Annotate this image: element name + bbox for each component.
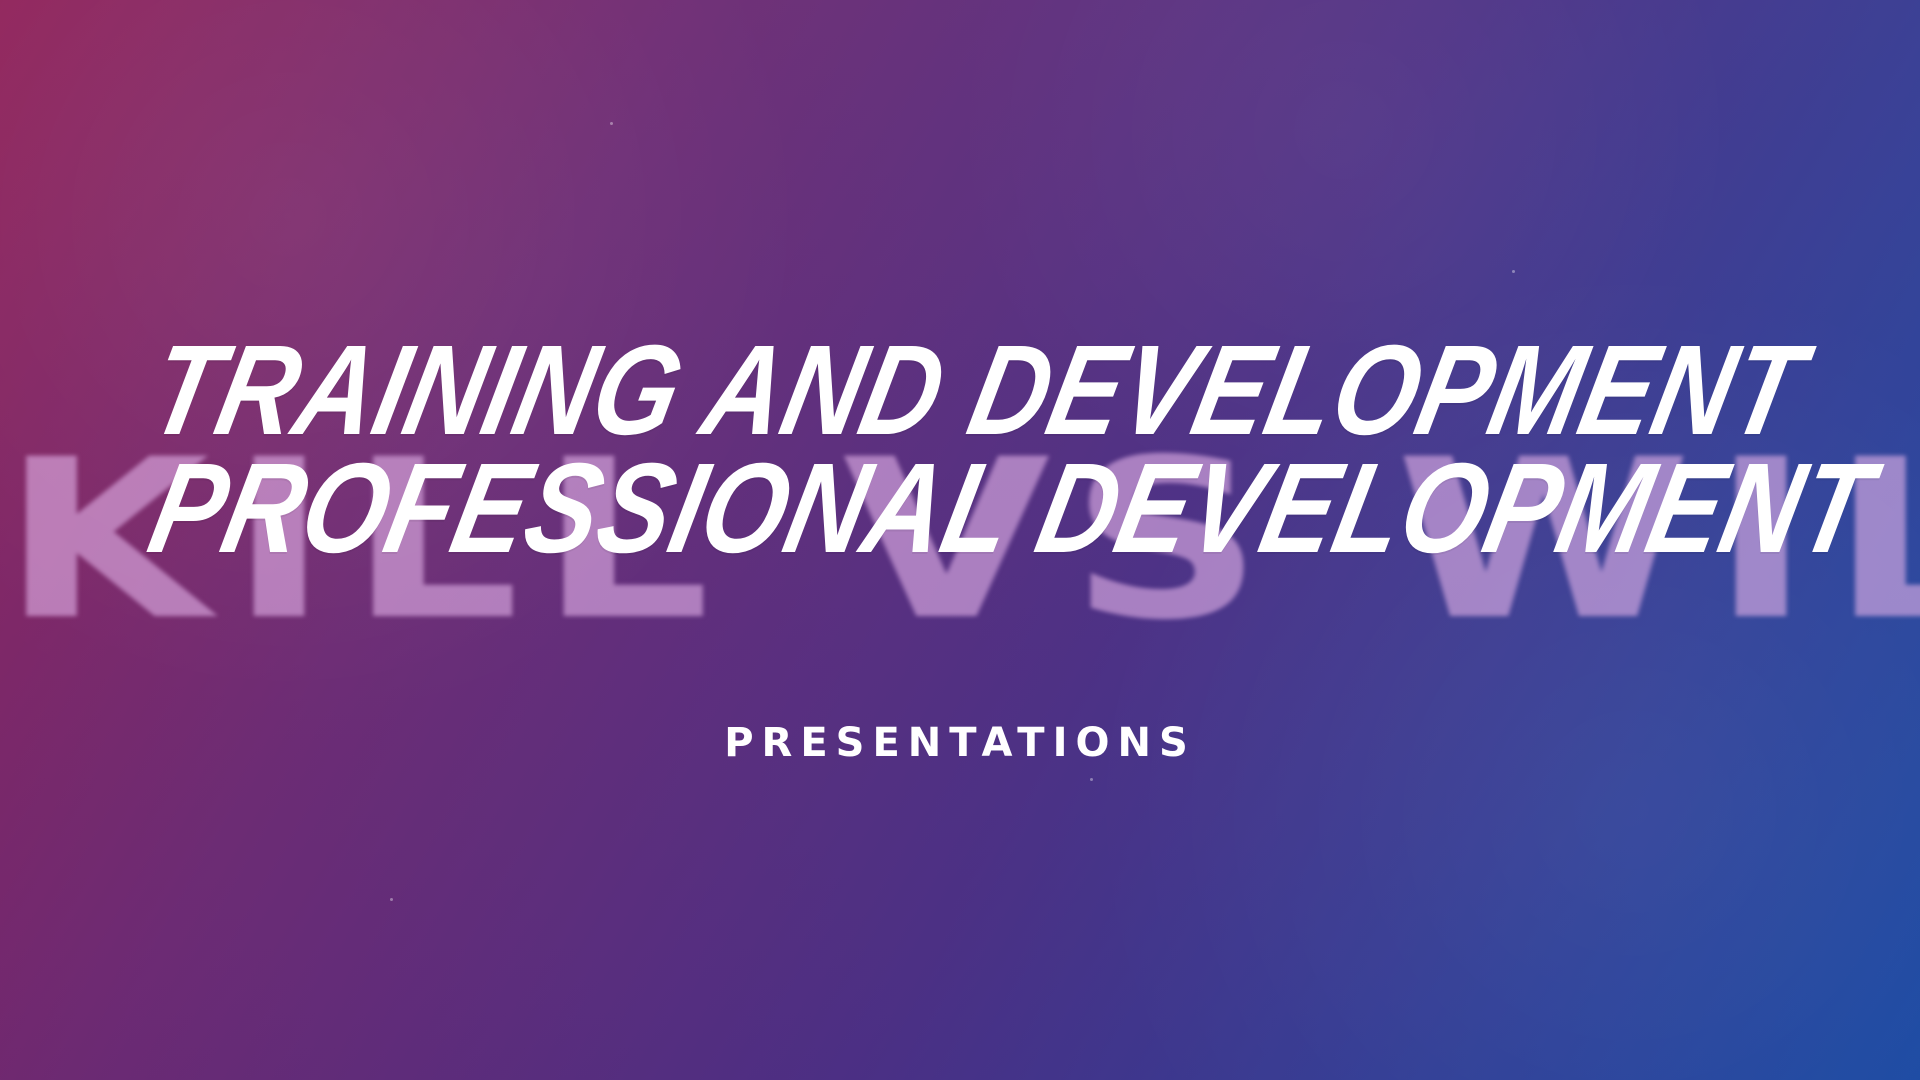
background-speck — [1090, 778, 1093, 781]
subtitle: PRESENTATIONS — [724, 720, 1196, 766]
background-speck — [1512, 270, 1515, 273]
background-speck — [610, 122, 613, 125]
title-block: TRAINING AND DEVELOPMENT PROFESSIONAL DE… — [0, 319, 1920, 580]
background-speck — [390, 898, 393, 901]
title-line-1: TRAINING AND DEVELOPMENT — [138, 319, 1816, 462]
title-line-2: PROFESSIONAL DEVELOPMENT — [138, 436, 1884, 580]
slide-canvas: SKILL VS WILL TRAINING AND DEVELOPMENT P… — [0, 0, 1920, 1080]
